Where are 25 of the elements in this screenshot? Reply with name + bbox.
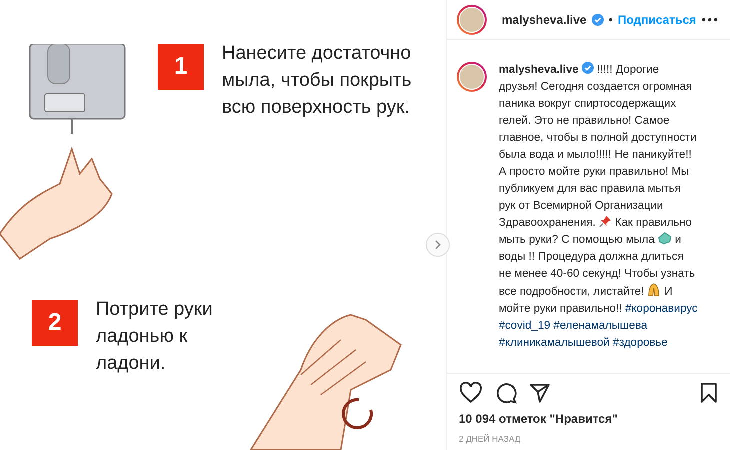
hashtag-link[interactable]: #covid_19 <box>499 320 551 332</box>
likes-count[interactable]: 10 094 отметок "Нравится" <box>459 412 718 426</box>
folded-hands-icon <box>647 283 662 297</box>
step-number: 1 <box>158 44 204 90</box>
step-text: Нанесите достаточно мыла, чтобы покрыть всю поверхность рук. <box>222 42 412 120</box>
pushpin-icon <box>598 215 612 228</box>
soap-icon <box>658 232 672 245</box>
username-link[interactable]: malysheva.live <box>499 64 579 76</box>
hashtag-link[interactable]: #клиникамалышевой <box>499 337 610 349</box>
share-icon[interactable] <box>529 382 551 404</box>
hashtag-link[interactable]: #еленамалышева <box>554 320 648 332</box>
separator: • <box>608 12 613 26</box>
step-text: Потрите руки ладонью к ладони. <box>96 298 213 376</box>
step-number: 2 <box>32 300 78 346</box>
post-caption: malysheva.live !!!!! Дорогие друзья! Сегодня создается огромная паника вокруг спиртосодержащих гелей. Это не правильно! Самое главное, чтобы в полной доступности была вода и мыло!!!!! Не паникуйте!! А просто мойте руки правильно! Мы публикуем для вас правила мытья рук от Всемирной Организации Здравоохранения. Как правильно мыть руки? С помощью мыла и воды !! Процедура должна длиться не менее 40-60 секунд! Чтобы узнать все подробности, листайте! И мойте руки правильно!! #коронавирус #covid_19 #еленамалышева #клиникамалышевой #здоровье <box>499 62 699 351</box>
avatar[interactable] <box>457 4 487 34</box>
bookmark-icon[interactable] <box>700 382 718 404</box>
comment-icon[interactable] <box>495 382 517 404</box>
hashtag-link[interactable]: #коронавирус <box>625 303 698 315</box>
username-link[interactable]: malysheva.live <box>502 12 587 26</box>
like-heart-icon[interactable] <box>459 382 483 404</box>
hashtag-link[interactable]: #здоровье <box>613 337 668 349</box>
more-options-icon[interactable] <box>702 18 718 22</box>
chevron-right-icon <box>434 240 442 250</box>
avatar[interactable] <box>457 62 487 92</box>
